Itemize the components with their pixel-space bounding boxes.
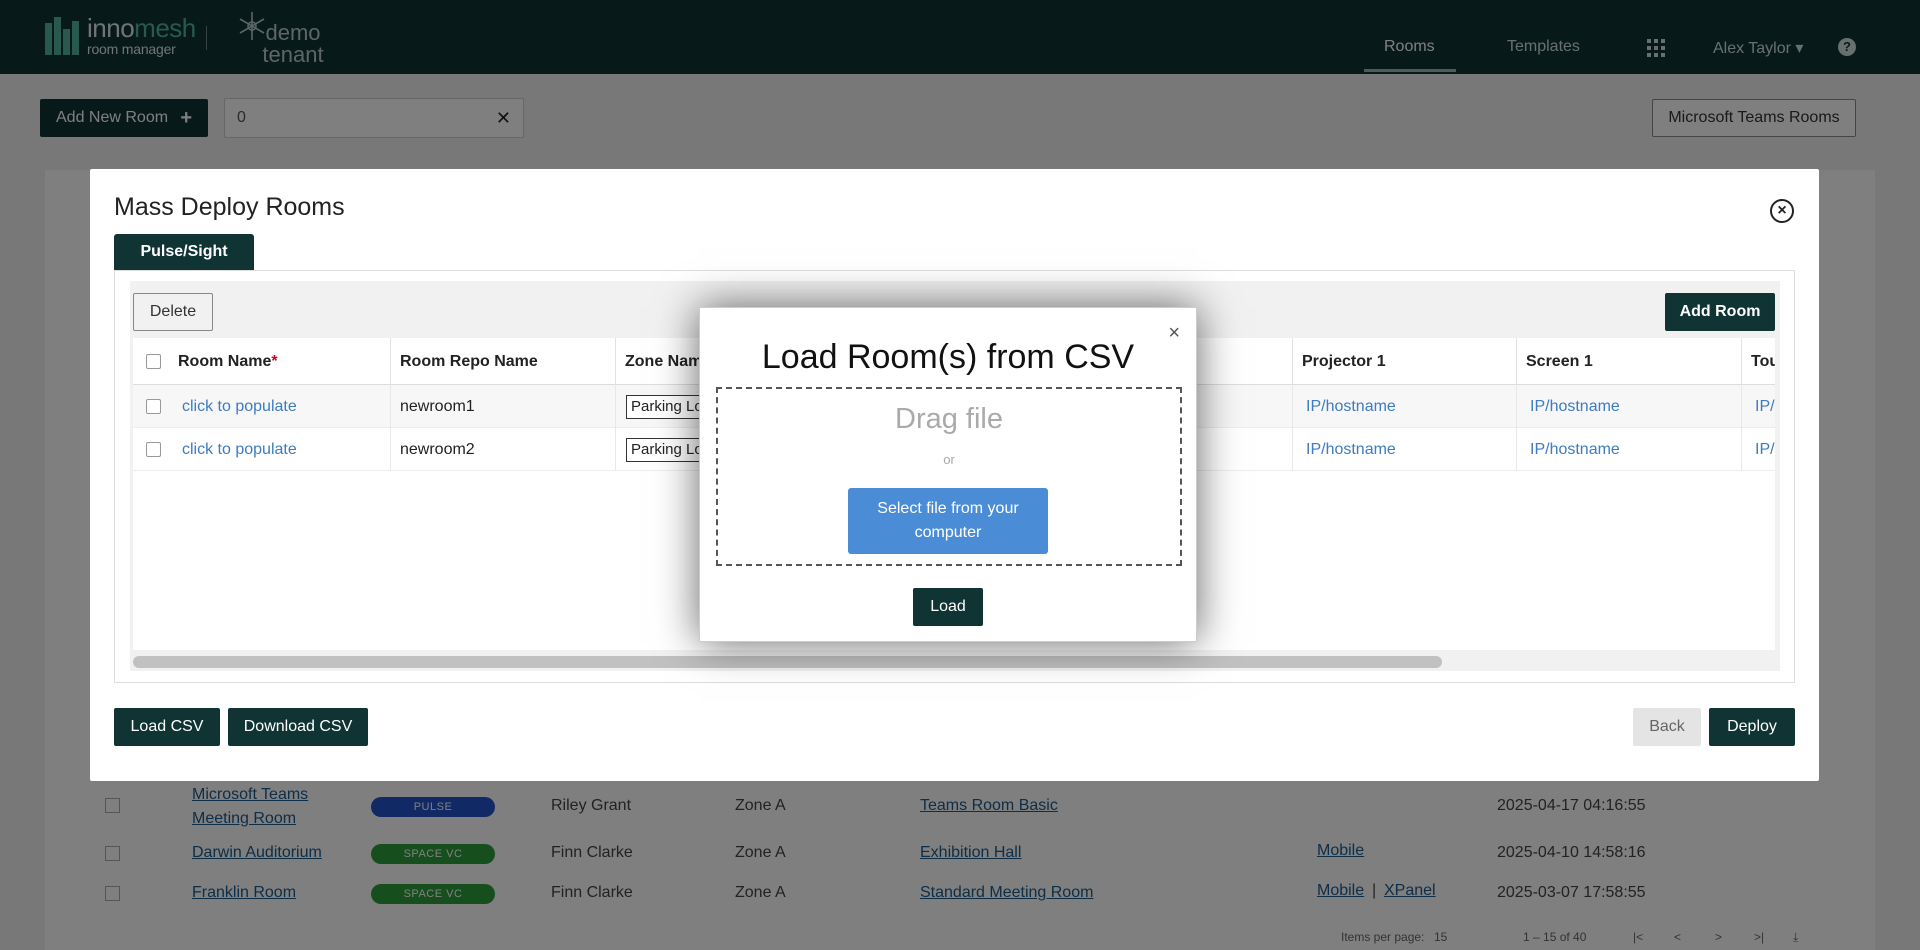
room-name-cell[interactable]: click to populate: [169, 428, 391, 471]
column-header-screen-1[interactable]: Screen 1: [1517, 338, 1742, 385]
touch-cell[interactable]: IP/: [1742, 385, 1775, 428]
column-header-touch[interactable]: Touch: [1742, 338, 1775, 385]
repo-name-cell[interactable]: newroom1: [391, 385, 616, 428]
add-room-button[interactable]: Add Room: [1665, 293, 1775, 331]
modal-title: Mass Deploy Rooms: [114, 193, 345, 221]
deploy-button[interactable]: Deploy: [1709, 708, 1795, 746]
select-all-checkbox[interactable]: [146, 354, 161, 369]
tab-pulse-sight[interactable]: Pulse/Sight: [114, 234, 254, 270]
required-marker: *: [271, 353, 278, 370]
zone-select[interactable]: Parking Lot: [626, 395, 706, 419]
or-text: or: [943, 452, 955, 467]
load-csv-button[interactable]: Load CSV: [114, 708, 220, 746]
zone-select[interactable]: Parking Lot: [626, 438, 706, 462]
back-button[interactable]: Back: [1633, 708, 1701, 746]
scrollbar-thumb[interactable]: [133, 656, 1442, 668]
dialog-title: Load Room(s) from CSV: [761, 338, 1135, 376]
row-checkbox[interactable]: [146, 442, 161, 457]
column-header-room-name[interactable]: Room Name*: [169, 338, 391, 385]
drag-file-text: Drag file: [895, 403, 1003, 435]
load-csv-dialog: × Load Room(s) from CSV Drag file or Sel…: [699, 307, 1197, 642]
room-name-cell[interactable]: click to populate: [169, 385, 391, 428]
repo-name-cell[interactable]: newroom2: [391, 428, 616, 471]
load-button[interactable]: Load: [913, 588, 983, 626]
download-csv-button[interactable]: Download CSV: [228, 708, 368, 746]
touch-cell[interactable]: IP/: [1742, 428, 1775, 471]
select-file-button[interactable]: Select file from your computer: [848, 488, 1048, 554]
file-dropzone[interactable]: Drag file or Select file from your compu…: [716, 387, 1182, 566]
screen-cell[interactable]: IP/hostname: [1517, 385, 1742, 428]
projector-cell[interactable]: IP/hostname: [1292, 385, 1517, 428]
column-header-room-repo-name[interactable]: Room Repo Name: [391, 338, 616, 385]
projector-cell[interactable]: IP/hostname: [1292, 428, 1517, 471]
screen-cell[interactable]: IP/hostname: [1517, 428, 1742, 471]
column-header-projector-1[interactable]: Projector 1: [1292, 338, 1517, 385]
row-checkbox[interactable]: [146, 399, 161, 414]
horizontal-scrollbar[interactable]: [133, 654, 1775, 668]
delete-button[interactable]: Delete: [133, 293, 213, 331]
close-icon[interactable]: ×: [1770, 199, 1794, 223]
